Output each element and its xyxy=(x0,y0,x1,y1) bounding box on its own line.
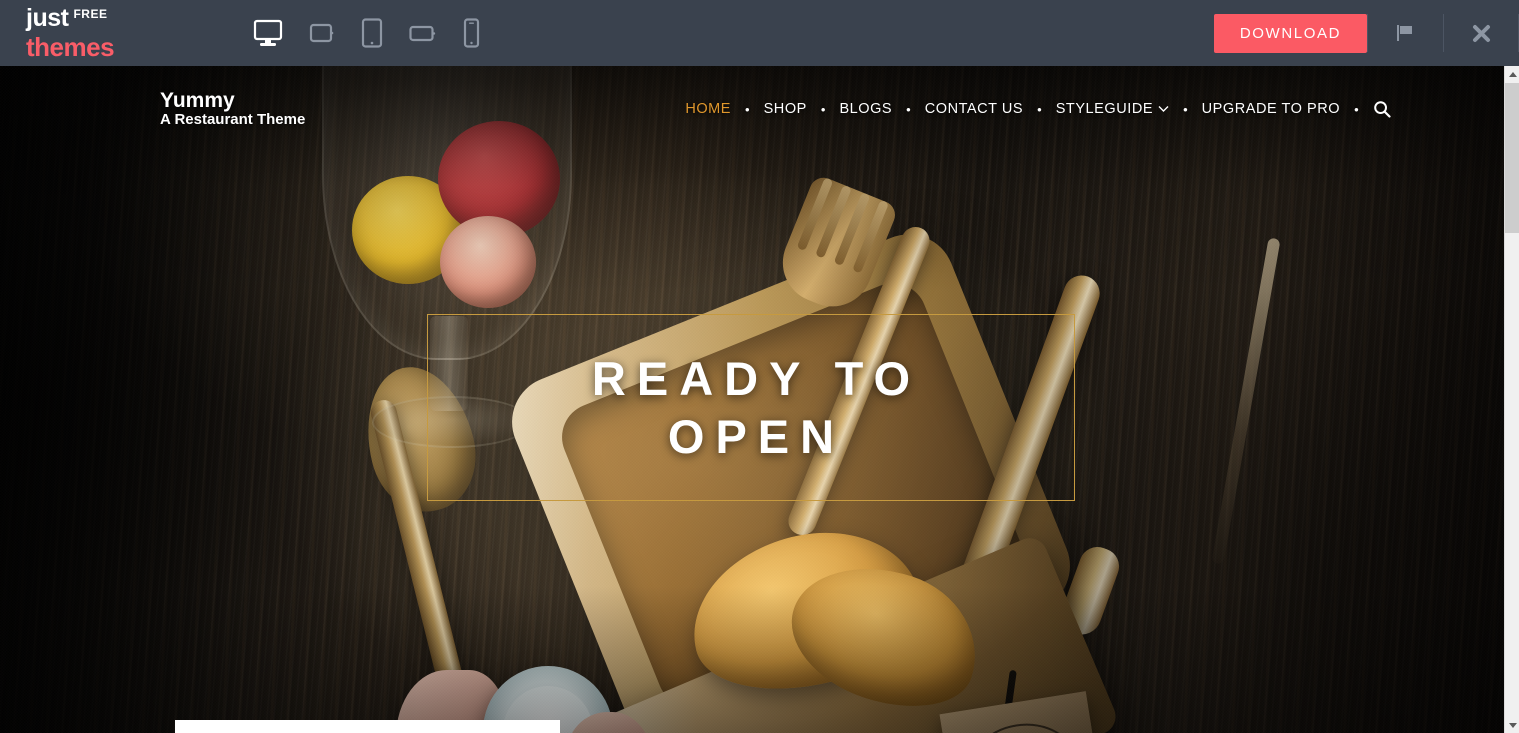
scrollbar-up-button[interactable] xyxy=(1505,66,1519,82)
nav-item-contact-us[interactable]: CONTACT US xyxy=(925,101,1023,117)
tablet-landscape-icon xyxy=(409,25,436,42)
device-switcher xyxy=(251,16,482,50)
device-laptop-button[interactable] xyxy=(307,19,337,47)
close-icon xyxy=(1472,24,1490,42)
nav-item-shop[interactable]: SHOP xyxy=(764,101,807,117)
nav-label: UPGRADE TO PRO xyxy=(1201,101,1341,117)
nav-label: HOME xyxy=(685,101,732,117)
nav-item-styleguide[interactable]: STYLEGUIDE xyxy=(1056,101,1169,117)
device-mobile-button[interactable] xyxy=(461,16,482,50)
theme-preview-viewport[interactable]: Wine Yummy A Restaurant Theme HOME • SHO… xyxy=(0,66,1504,733)
nav-item-upgrade-to-pro[interactable]: UPGRADE TO PRO xyxy=(1202,101,1341,117)
device-tablet-landscape-button[interactable] xyxy=(407,21,439,45)
nav-label: STYLEGUIDE xyxy=(1055,101,1154,117)
desktop-icon xyxy=(253,19,283,46)
site-header: Yummy A Restaurant Theme HOME • SHOP • B… xyxy=(0,66,1504,152)
nav-separator: • xyxy=(1354,101,1359,117)
chevron-down-icon xyxy=(1158,106,1169,112)
nav-separator: • xyxy=(820,101,826,117)
nav-label: SHOP xyxy=(763,101,807,117)
primary-navigation: HOME • SHOP • BLOGS • CONTACT US • STYLE… xyxy=(685,100,1391,118)
page-scrollbar[interactable] xyxy=(1504,66,1519,733)
scrollbar-down-button[interactable] xyxy=(1505,717,1519,733)
download-button[interactable]: DOWNLOAD xyxy=(1213,13,1367,53)
device-desktop-button[interactable] xyxy=(251,17,285,49)
nav-separator: • xyxy=(1037,101,1042,117)
close-preview-button[interactable] xyxy=(1443,0,1519,66)
hero-line-1: READY TO xyxy=(591,352,922,406)
search-button[interactable] xyxy=(1373,100,1391,118)
justfreethemes-logo[interactable]: just FREE themes xyxy=(26,4,176,62)
toolbar-actions: DOWNLOAD xyxy=(1213,0,1519,66)
tablet-portrait-icon xyxy=(361,18,383,48)
mobile-icon xyxy=(463,18,480,48)
content-section-panel xyxy=(175,720,560,733)
nav-separator: • xyxy=(1183,101,1188,117)
brand-subtitle: A Restaurant Theme xyxy=(160,111,306,129)
chevron-down-icon xyxy=(1508,722,1517,728)
nav-item-home[interactable]: HOME xyxy=(685,101,731,117)
nav-label: CONTACT US xyxy=(924,101,1024,117)
nav-separator: • xyxy=(745,101,750,117)
nav-separator: • xyxy=(906,101,911,117)
hero-headline-box: READY TO OPEN xyxy=(427,314,1075,501)
site-brand[interactable]: Yummy A Restaurant Theme xyxy=(160,89,305,129)
search-icon xyxy=(1373,101,1391,118)
hero-line-2: OPEN xyxy=(667,409,846,463)
nav-item-blogs[interactable]: BLOGS xyxy=(839,101,892,117)
brand-title: Yummy xyxy=(160,88,235,112)
logo-word-themes: themes xyxy=(26,32,115,62)
logo-word-just: just xyxy=(26,4,69,32)
scrollbar-thumb[interactable] xyxy=(1505,83,1519,233)
report-flag-button[interactable] xyxy=(1367,0,1443,66)
logo-badge-free: FREE xyxy=(73,7,108,21)
preview-toolbar: just FREE themes DOWNLOAD xyxy=(0,0,1519,66)
laptop-icon xyxy=(309,23,334,43)
device-tablet-portrait-button[interactable] xyxy=(359,16,385,50)
flag-icon xyxy=(1397,25,1412,41)
chevron-up-icon xyxy=(1508,71,1517,77)
nav-label: BLOGS xyxy=(839,101,893,117)
